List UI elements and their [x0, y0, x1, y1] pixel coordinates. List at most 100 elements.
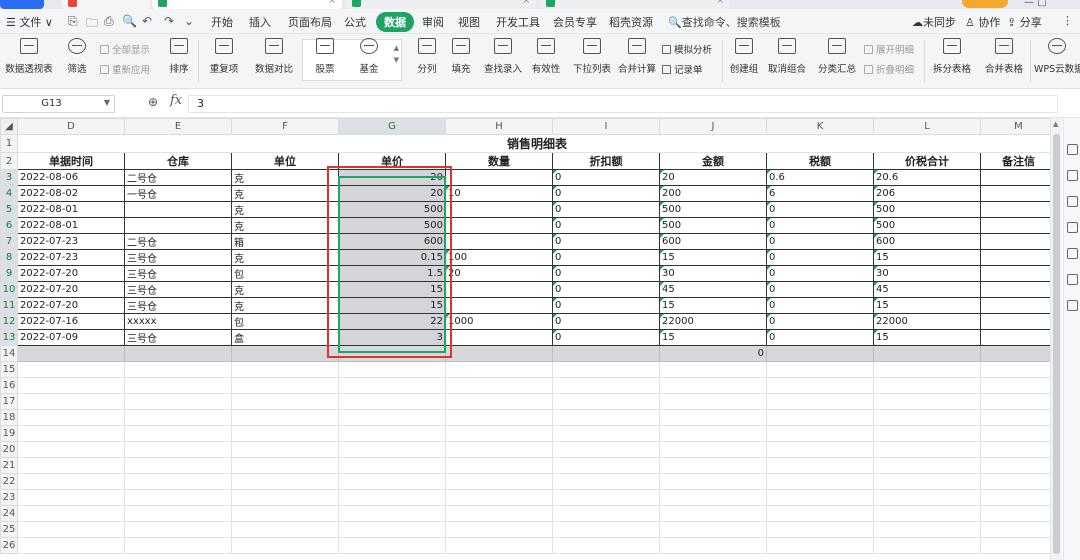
column-header[interactable]: M [980, 118, 1050, 135]
empty-cell[interactable] [124, 361, 232, 378]
file-menu-button[interactable]: ☰ 文件 ∨ [6, 14, 53, 30]
empty-cell[interactable] [659, 537, 767, 554]
empty-cell[interactable] [980, 393, 1050, 410]
empty-cell[interactable] [766, 361, 874, 378]
empty-cell[interactable] [873, 409, 981, 426]
empty-cell[interactable] [231, 409, 339, 426]
cell-unit-price[interactable]: 0.15 [338, 249, 446, 266]
column-header[interactable]: I [552, 118, 660, 135]
home-tab[interactable] [0, 0, 44, 9]
chevron-down-icon[interactable]: ▼ [104, 98, 110, 107]
cell-notes[interactable] [980, 297, 1050, 314]
cell-total-with-tax[interactable]: 15 [873, 249, 981, 266]
cell-date[interactable]: 2022-07-09 [17, 329, 125, 346]
menu-page-layout[interactable]: 页面布局 [288, 14, 332, 30]
fill-button[interactable]: 填充 [446, 38, 476, 75]
empty-cell[interactable] [338, 441, 446, 458]
empty-cell[interactable] [980, 521, 1050, 538]
cell-discount[interactable]: 0 [552, 201, 660, 218]
column-header[interactable]: D [17, 118, 125, 135]
cell-warehouse[interactable]: 三号仓 [124, 249, 232, 266]
expand-detail-button[interactable]: 展开明细 [864, 42, 914, 56]
row-header[interactable]: 3 [0, 169, 18, 186]
row-header[interactable]: 16 [0, 377, 18, 394]
cell-tax[interactable]: 0 [766, 233, 874, 250]
menu-insert[interactable]: 插入 [249, 14, 271, 30]
column-header-selected[interactable]: G [338, 118, 446, 135]
empty-cell[interactable] [659, 393, 767, 410]
sort-button[interactable]: 排序 [164, 38, 194, 75]
cell-amount[interactable]: 15 [659, 249, 767, 266]
cell-unit-price[interactable]: 600 [338, 233, 446, 250]
menu-formulas[interactable]: 公式 [344, 14, 366, 30]
header-cell-date[interactable]: 单据时间 [17, 152, 125, 170]
cell-unit[interactable]: 包 [231, 265, 339, 282]
cell-tax[interactable]: 0 [766, 281, 874, 298]
empty-cell[interactable] [231, 473, 339, 490]
row-header[interactable]: 2 [0, 152, 18, 170]
cell-warehouse[interactable]: 二号仓 [124, 169, 232, 186]
empty-cell[interactable] [659, 361, 767, 378]
empty-cell[interactable] [659, 505, 767, 522]
empty-cell[interactable] [17, 441, 125, 458]
total-cell[interactable] [124, 345, 232, 362]
cell-unit-price[interactable]: 15 [338, 281, 446, 298]
menu-review[interactable]: 审阅 [422, 14, 444, 30]
spreadsheet-grid[interactable]: ◢ D E F G H I J K L M 1 销售明细表 2 单据时间 仓库 [0, 118, 1050, 560]
select-tool-icon[interactable] [1067, 144, 1078, 155]
row-header[interactable]: 4 [0, 185, 18, 202]
close-tab-icon[interactable]: × [522, 0, 530, 6]
close-tab-icon[interactable]: × [328, 0, 336, 6]
cell-notes[interactable] [980, 313, 1050, 330]
empty-cell[interactable] [231, 521, 339, 538]
document-tab-pdf[interactable] [62, 0, 150, 9]
empty-cell[interactable] [17, 505, 125, 522]
cell-unit-price[interactable]: 22 [338, 313, 446, 330]
empty-cell[interactable] [124, 393, 232, 410]
cell-date[interactable]: 2022-07-20 [17, 265, 125, 282]
cell-tax[interactable]: 6 [766, 185, 874, 202]
cell-discount[interactable]: 0 [552, 233, 660, 250]
document-tab[interactable]: × [540, 0, 730, 9]
column-header[interactable]: F [231, 118, 339, 135]
empty-cell[interactable] [659, 377, 767, 394]
empty-cell[interactable] [873, 489, 981, 506]
empty-cell[interactable] [445, 393, 553, 410]
row-header[interactable]: 10 [0, 281, 18, 298]
history-icon[interactable] [1067, 248, 1078, 259]
cell-amount[interactable]: 500 [659, 201, 767, 218]
cell-discount[interactable]: 0 [552, 297, 660, 314]
empty-cell[interactable] [552, 377, 660, 394]
total-cell[interactable] [980, 345, 1050, 362]
header-cell-total-with-tax[interactable]: 价税合计 [873, 152, 981, 170]
empty-cell[interactable] [980, 489, 1050, 506]
cell-quantity[interactable] [445, 233, 553, 250]
simulation-analysis-button[interactable]: 模拟分析 [662, 42, 712, 56]
fund-button[interactable]: 基金 [352, 38, 386, 75]
command-search[interactable]: 🔍查找命令、搜索模板 [668, 14, 781, 30]
row-header[interactable]: 21 [0, 457, 18, 474]
empty-cell[interactable] [445, 425, 553, 442]
cell-date[interactable]: 2022-08-01 [17, 201, 125, 218]
cell-discount[interactable]: 0 [552, 265, 660, 282]
empty-cell[interactable] [445, 441, 553, 458]
cell-notes[interactable] [980, 217, 1050, 234]
empty-cell[interactable] [231, 505, 339, 522]
row-header[interactable]: 11 [0, 297, 18, 314]
empty-cell[interactable] [552, 441, 660, 458]
cell-warehouse[interactable]: 二号仓 [124, 233, 232, 250]
cell-quantity[interactable] [445, 281, 553, 298]
total-cell[interactable] [873, 345, 981, 362]
row-header[interactable]: 9 [0, 265, 18, 282]
cell-notes[interactable] [980, 265, 1050, 282]
empty-cell[interactable] [552, 457, 660, 474]
cell-total-with-tax[interactable]: 45 [873, 281, 981, 298]
empty-cell[interactable] [124, 521, 232, 538]
cell-quantity[interactable] [445, 201, 553, 218]
empty-cell[interactable] [552, 473, 660, 490]
cell-date[interactable]: 2022-08-06 [17, 169, 125, 186]
empty-cell[interactable] [338, 537, 446, 554]
show-all-button[interactable]: 全部显示 [100, 42, 150, 56]
cell-notes[interactable] [980, 281, 1050, 298]
row-header[interactable]: 14 [0, 345, 18, 362]
